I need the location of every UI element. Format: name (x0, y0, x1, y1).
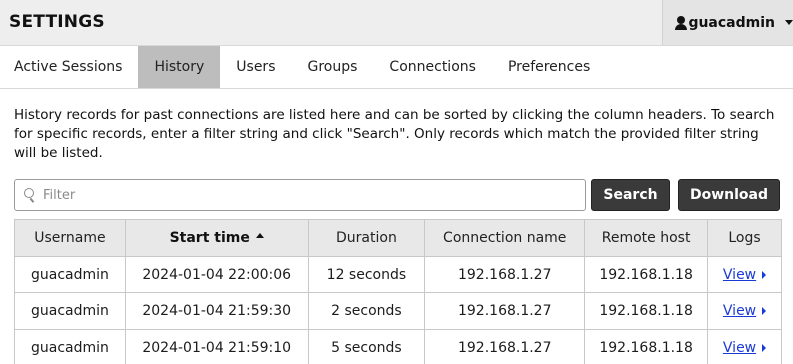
chevron-right-icon (762, 343, 767, 352)
view-logs-link[interactable]: View (723, 303, 756, 319)
chevron-right-icon (762, 270, 767, 279)
cell-logs: View (707, 329, 782, 364)
tab-groups[interactable]: Groups (292, 46, 374, 88)
filter-input[interactable] (43, 180, 583, 210)
cell-duration: 5 seconds (307, 329, 426, 364)
cell-start-time: 2024-01-04 22:00:06 (124, 255, 309, 294)
column-header-duration[interactable]: Duration (307, 219, 426, 257)
cell-connection-name: 192.168.1.27 (424, 329, 586, 364)
username-label: guacadmin (688, 14, 775, 31)
column-header-connection-name[interactable]: Connection name (424, 219, 586, 257)
settings-tabs: Active Sessions History Users Groups Con… (0, 46, 793, 89)
tab-active-sessions[interactable]: Active Sessions (0, 46, 138, 88)
cell-logs: View (707, 292, 782, 331)
search-icon (24, 188, 36, 203)
download-button[interactable]: Download (678, 179, 780, 211)
cell-username: guacadmin (14, 255, 126, 294)
history-description: History records for past connections are… (14, 107, 775, 161)
cell-remote-host: 192.168.1.18 (584, 255, 709, 294)
cell-start-time: 2024-01-04 21:59:30 (124, 292, 309, 331)
cell-remote-host: 192.168.1.18 (584, 329, 709, 364)
user-icon (675, 15, 687, 30)
column-header-remote-host[interactable]: Remote host (584, 219, 709, 257)
user-menu-button[interactable]: guacadmin (662, 0, 793, 45)
chevron-right-icon (762, 307, 767, 316)
table-header-row: Username Start time Duration Connection … (14, 219, 782, 257)
history-table: Username Start time Duration Connection … (14, 219, 782, 364)
table-row: guacadmin 2024-01-04 21:59:30 2 seconds … (14, 292, 782, 331)
sort-ascending-icon (255, 233, 264, 239)
chevron-down-icon (785, 20, 793, 25)
tab-preferences[interactable]: Preferences (492, 46, 606, 88)
app-header: SETTINGS guacadmin (0, 0, 793, 46)
cell-duration: 12 seconds (307, 255, 426, 294)
tab-connections[interactable]: Connections (373, 46, 492, 88)
cell-username: guacadmin (14, 292, 126, 331)
cell-logs: View (707, 255, 782, 294)
column-header-username[interactable]: Username (14, 219, 126, 257)
page-title: SETTINGS (9, 12, 105, 32)
cell-connection-name: 192.168.1.27 (424, 292, 586, 331)
cell-duration: 2 seconds (307, 292, 426, 331)
tab-users[interactable]: Users (220, 46, 291, 88)
table-row: guacadmin 2024-01-04 22:00:06 12 seconds… (14, 255, 782, 294)
search-button[interactable]: Search (591, 179, 670, 211)
view-logs-link[interactable]: View (723, 267, 756, 283)
column-header-start-time[interactable]: Start time (124, 219, 309, 257)
table-row: guacadmin 2024-01-04 21:59:10 5 seconds … (14, 329, 782, 364)
cell-remote-host: 192.168.1.18 (584, 292, 709, 331)
cell-start-time: 2024-01-04 21:59:10 (124, 329, 309, 364)
column-header-logs[interactable]: Logs (707, 219, 782, 257)
filter-field[interactable] (14, 179, 586, 211)
cell-connection-name: 192.168.1.27 (424, 255, 586, 294)
view-logs-link[interactable]: View (723, 340, 756, 356)
tab-history[interactable]: History (138, 46, 221, 88)
cell-username: guacadmin (14, 329, 126, 364)
